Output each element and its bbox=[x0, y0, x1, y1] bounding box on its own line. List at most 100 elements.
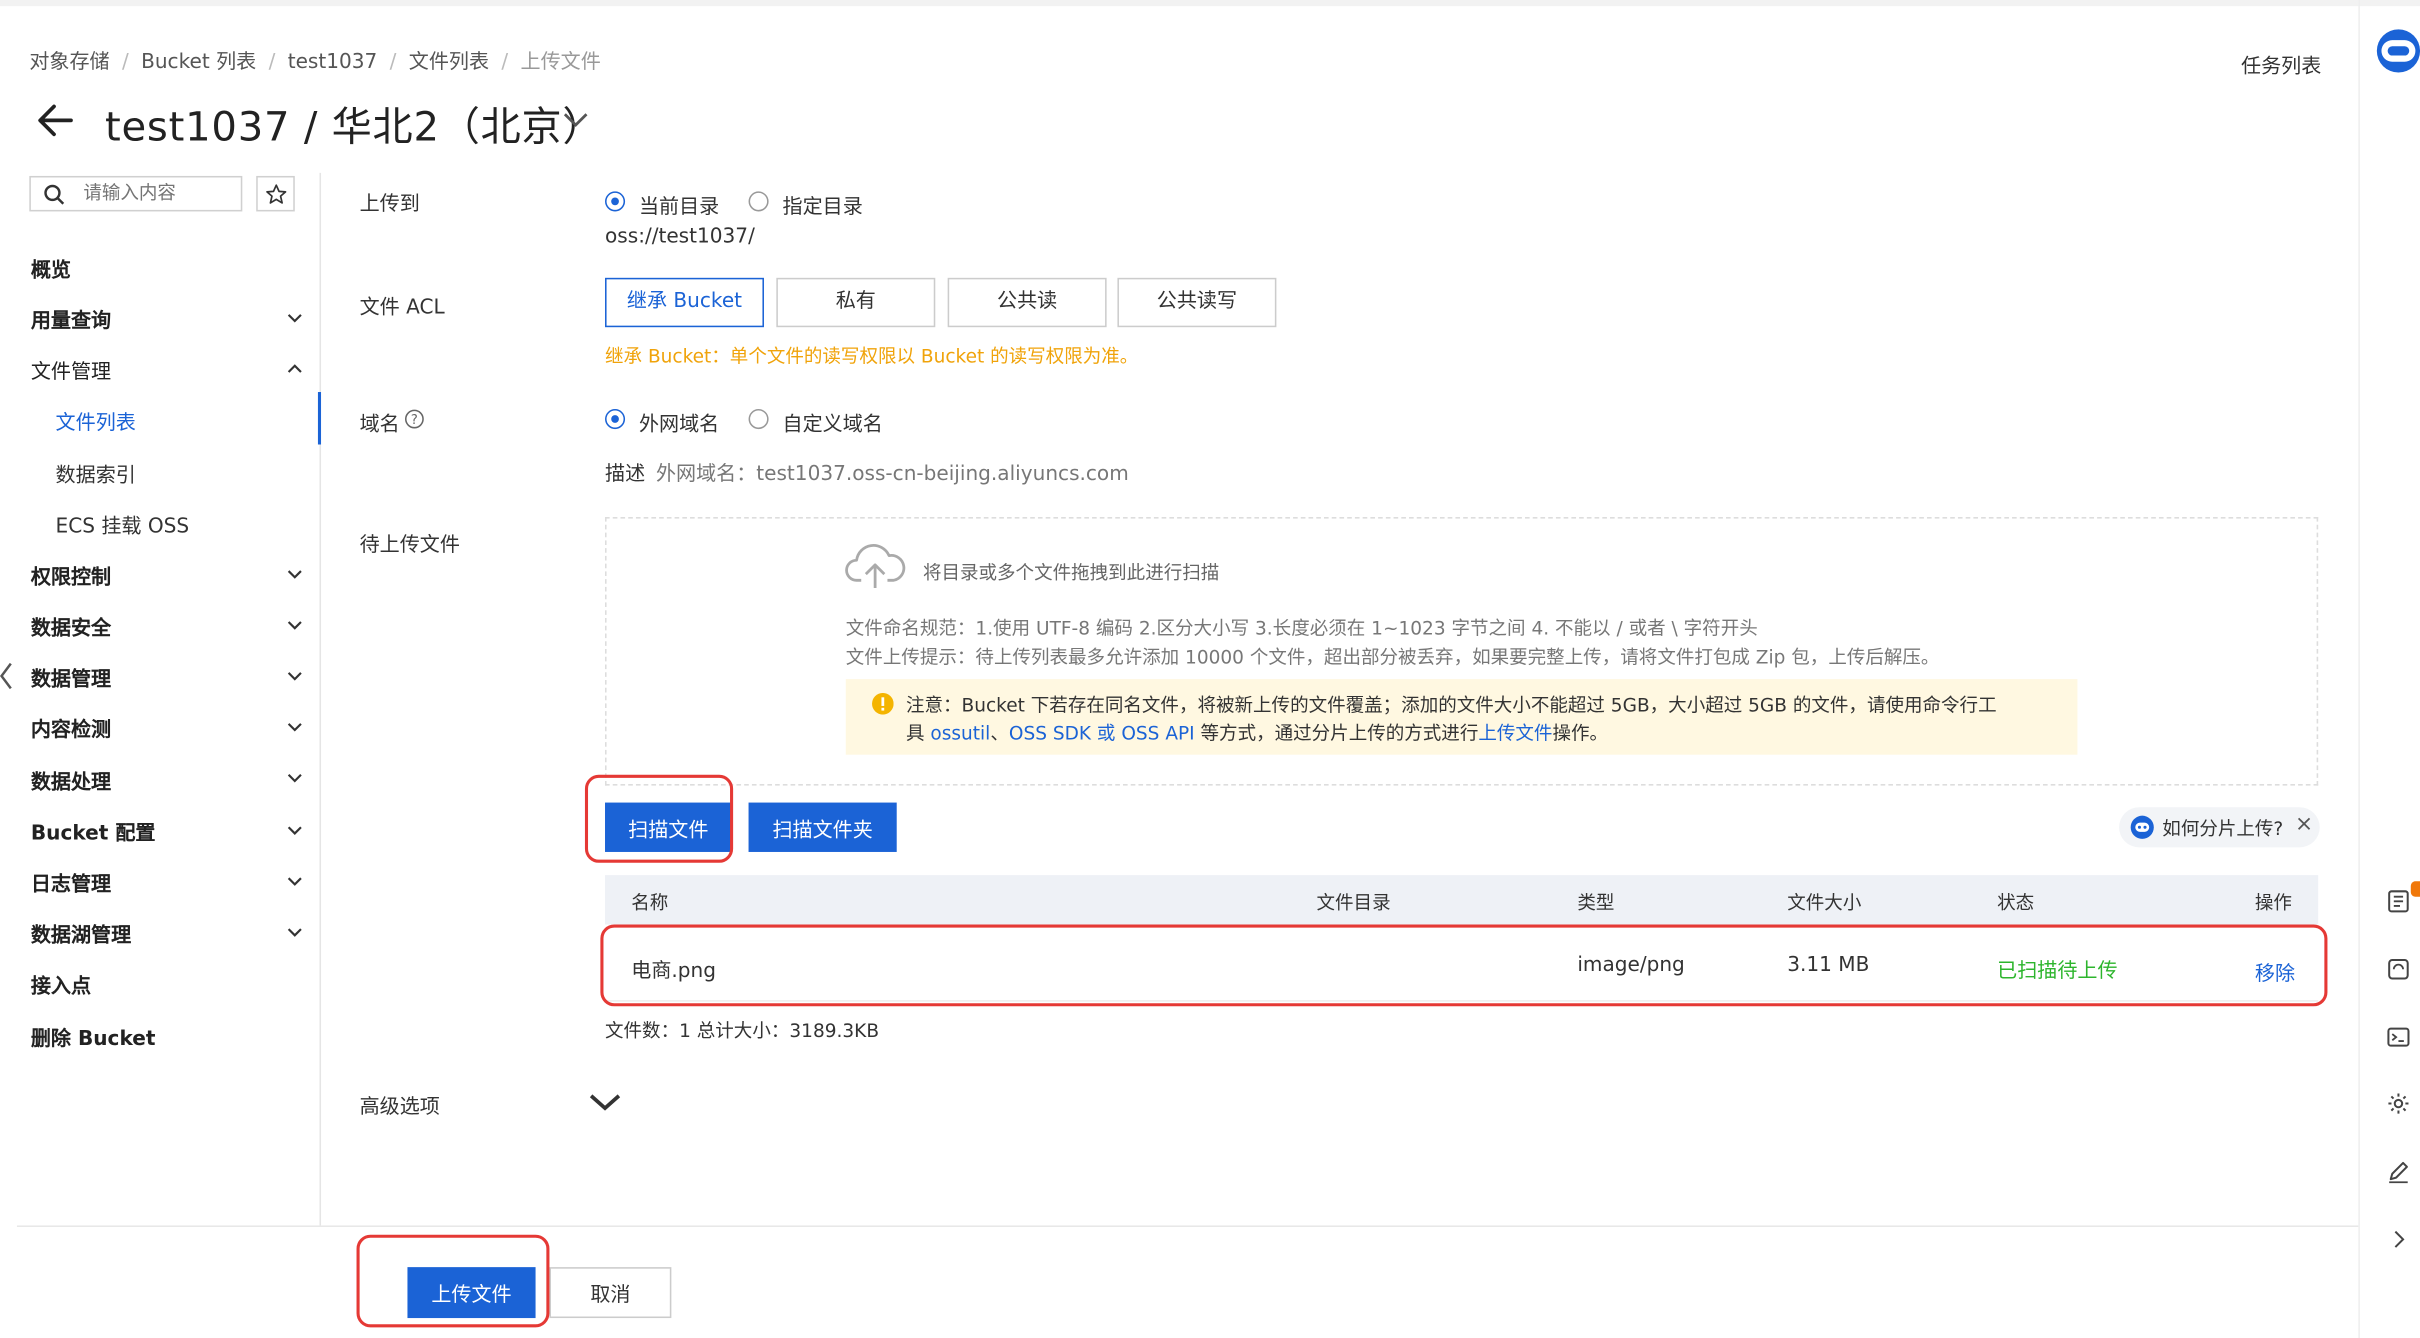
breadcrumb-item[interactable]: 文件列表 bbox=[409, 45, 489, 74]
close-icon[interactable]: × bbox=[2295, 812, 2313, 837]
cancel-button[interactable]: 取消 bbox=[549, 1267, 672, 1319]
sidebar-item-content-detection[interactable]: 内容检测 bbox=[31, 713, 111, 742]
column-header-status: 状态 bbox=[1997, 892, 2035, 914]
advanced-options-label: 高级选项 bbox=[359, 1095, 440, 1119]
upload-to-label: 上传到 bbox=[359, 192, 420, 217]
breadcrumb: 对象存储 / Bucket 列表 / test1037/文件列表 / 上传文件 bbox=[29, 45, 600, 74]
pending-files-label: 待上传文件 bbox=[359, 534, 460, 558]
sidebar-active-indicator bbox=[317, 392, 322, 445]
radio-custom-domain[interactable] bbox=[748, 409, 769, 430]
star-icon bbox=[266, 184, 287, 204]
acl-public-read-write-button[interactable]: 公共读写 bbox=[1117, 277, 1277, 328]
warning-or: 或 bbox=[1091, 722, 1122, 744]
domain-label: 域名 bbox=[359, 413, 400, 437]
upload-path: oss://test1037/ bbox=[605, 225, 755, 249]
column-header-action: 操作 bbox=[2254, 892, 2292, 914]
breadcrumb-item[interactable]: Bucket 列表 bbox=[141, 45, 256, 74]
naming-rules: 文件命名规范：1.使用 UTF-8 编码 2.区分大小写 3.长度必须在 1~1… bbox=[845, 617, 1758, 639]
sidebar-item-bucket-config[interactable]: Bucket 配置 bbox=[31, 816, 156, 846]
favorite-button[interactable] bbox=[256, 175, 295, 212]
chevron-down-icon[interactable] bbox=[588, 1091, 622, 1113]
radio-public-domain[interactable] bbox=[605, 409, 626, 430]
search-input[interactable] bbox=[80, 180, 241, 206]
assistant-icon bbox=[2130, 815, 2154, 839]
drop-zone-hint: 将目录或多个文件拖拽到此进行扫描 bbox=[922, 561, 1220, 584]
chevron-down-icon[interactable] bbox=[287, 313, 302, 324]
acl-public-read-button[interactable]: 公共读 bbox=[947, 277, 1107, 328]
upload-file-link[interactable]: 上传文件 bbox=[1478, 722, 1552, 744]
option-public-domain-label[interactable]: 外网域名 bbox=[639, 407, 719, 437]
sidebar-item-data-lake[interactable]: 数据湖管理 bbox=[31, 918, 131, 947]
chevron-up-icon[interactable] bbox=[287, 363, 302, 374]
option-custom-domain-label[interactable]: 自定义域名 bbox=[783, 407, 883, 437]
chevron-down-icon[interactable] bbox=[287, 928, 302, 939]
sidebar-item-data-index[interactable]: 数据索引 bbox=[56, 458, 136, 488]
sidebar-item-usage[interactable]: 用量查询 bbox=[31, 304, 111, 333]
footer-divider bbox=[16, 1225, 2359, 1228]
cloud-upload-icon bbox=[845, 544, 906, 589]
acl-private-button[interactable]: 私有 bbox=[776, 277, 936, 328]
sidebar-item-file-management[interactable]: 文件管理 bbox=[31, 355, 111, 384]
file-summary: 文件数：1 总计大小：3189.3KB bbox=[605, 1020, 880, 1042]
notification-dot bbox=[2410, 881, 2420, 897]
oss-sdk-link[interactable]: OSS SDK bbox=[1009, 722, 1091, 744]
table-header bbox=[605, 875, 2319, 925]
column-header-size: 文件大小 bbox=[1787, 892, 1862, 914]
chevron-down-icon[interactable] bbox=[287, 773, 302, 784]
option-current-dir-label[interactable]: 当前目录 bbox=[639, 190, 719, 219]
ossutil-link[interactable]: ossutil bbox=[930, 722, 990, 744]
right-rail-divider bbox=[2358, 0, 2360, 1338]
warning-sep: 、 bbox=[990, 722, 1009, 744]
highlight-file-row bbox=[600, 924, 2328, 1007]
sidebar-item-data-management[interactable]: 数据管理 bbox=[31, 662, 111, 691]
acl-inherit-button[interactable]: 继承 Bucket bbox=[605, 277, 764, 328]
document-icon[interactable] bbox=[2386, 889, 2411, 914]
page-title: test1037 / 华北2（北京） bbox=[104, 104, 604, 152]
chevron-down-icon[interactable] bbox=[287, 826, 302, 837]
column-header-type: 类型 bbox=[1577, 892, 1615, 914]
warning-icon bbox=[872, 692, 894, 715]
sidebar-search[interactable] bbox=[29, 175, 243, 212]
radio-current-dir[interactable] bbox=[605, 191, 626, 212]
pin-icon[interactable] bbox=[2386, 1227, 2411, 1252]
sidebar-item-log-management[interactable]: 日志管理 bbox=[31, 867, 111, 897]
chevron-down-icon[interactable] bbox=[287, 570, 302, 581]
sidebar-item-delete-bucket[interactable]: 删除 Bucket bbox=[31, 1022, 156, 1051]
assistant-robot-icon[interactable] bbox=[2372, 28, 2420, 76]
option-specified-dir-label[interactable]: 指定目录 bbox=[783, 190, 863, 219]
acl-note: 继承 Bucket：单个文件的读写权限以 Bucket 的读写权限为准。 bbox=[605, 345, 1139, 368]
sidebar-collapse-icon[interactable] bbox=[0, 661, 12, 692]
chevron-down-icon[interactable] bbox=[287, 671, 302, 682]
sidebar-item-access-control[interactable]: 权限控制 bbox=[31, 560, 111, 589]
column-header-name: 名称 bbox=[631, 892, 669, 914]
breadcrumb-item[interactable]: 对象存储 bbox=[29, 45, 109, 74]
breadcrumb-item[interactable]: test1037 bbox=[288, 51, 378, 74]
highlight-scan-file bbox=[584, 774, 734, 863]
sidebar-item-file-list[interactable]: 文件列表 bbox=[56, 406, 136, 435]
top-strip bbox=[0, 0, 2420, 7]
help-circle-icon[interactable]: ? bbox=[404, 409, 424, 429]
refresh-icon[interactable] bbox=[2386, 957, 2411, 982]
acl-label: 文件 ACL bbox=[359, 296, 445, 320]
sidebar-item-access-point[interactable]: 接入点 bbox=[31, 969, 91, 998]
sidebar-item-data-processing[interactable]: 数据处理 bbox=[31, 766, 111, 795]
chevron-down-icon[interactable] bbox=[287, 620, 302, 631]
warning-end: 操作。 bbox=[1552, 722, 1609, 744]
warning-prefix: 具 bbox=[905, 722, 931, 744]
oss-api-link[interactable]: OSS API bbox=[1121, 722, 1194, 744]
terminal-icon[interactable] bbox=[2386, 1025, 2411, 1050]
task-list-link[interactable]: 任务列表 bbox=[2241, 49, 2321, 79]
back-arrow-icon[interactable] bbox=[34, 99, 77, 142]
sidebar-item-overview[interactable]: 概览 bbox=[31, 253, 71, 282]
chevron-down-icon[interactable] bbox=[287, 722, 302, 733]
edit-icon[interactable] bbox=[2386, 1159, 2411, 1184]
multipart-help-pill[interactable]: 如何分片上传? × bbox=[2119, 807, 2320, 848]
chevron-down-icon[interactable] bbox=[287, 877, 302, 888]
radio-specified-dir[interactable] bbox=[748, 191, 769, 212]
scan-folder-button[interactable]: 扫描文件夹 bbox=[748, 802, 897, 852]
sidebar-item-ecs-mount[interactable]: ECS 挂载 OSS bbox=[56, 509, 190, 538]
gear-icon[interactable] bbox=[2386, 1091, 2411, 1116]
sidebar-item-data-security[interactable]: 数据安全 bbox=[31, 611, 111, 640]
chevron-down-icon[interactable] bbox=[560, 110, 591, 132]
multipart-help-text[interactable]: 如何分片上传? bbox=[2162, 815, 2283, 841]
